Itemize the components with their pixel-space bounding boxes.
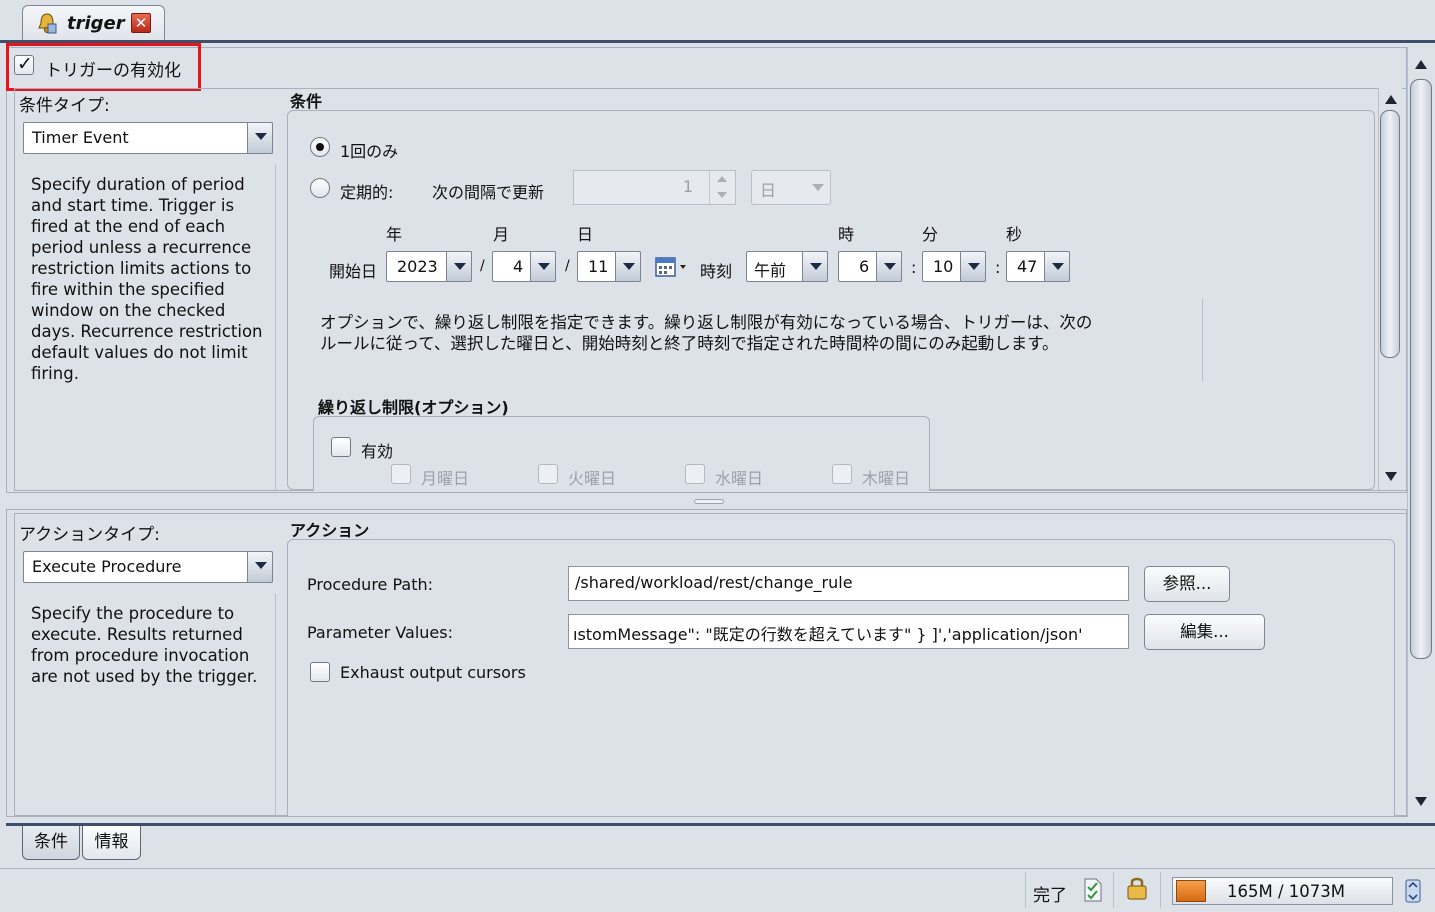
parameter-values-input[interactable]: ıstomMessage": "既定の行数を超えています" } ]','appl…: [568, 614, 1129, 649]
conditions-scrollbar[interactable]: [1378, 88, 1402, 490]
status-text: 完了: [1033, 886, 1067, 906]
date-separator: /: [565, 258, 570, 274]
monday-checkbox[interactable]: [391, 464, 411, 484]
recurrence-enable-label: 有効: [361, 442, 394, 461]
actions-title: アクション: [290, 521, 370, 540]
tab-title: triger: [67, 13, 125, 34]
divider: [1025, 872, 1026, 908]
periodic-label: 定期的:: [340, 183, 394, 202]
hour-header: 時: [838, 225, 855, 244]
interval-label: 次の間隔で更新: [432, 183, 545, 202]
chevron-down-icon[interactable]: [247, 551, 273, 583]
lock-icon: [1126, 875, 1148, 901]
scroll-down-icon[interactable]: [1381, 468, 1401, 486]
memory-fill: [1176, 880, 1206, 902]
spinner-arrows-icon[interactable]: [709, 171, 735, 204]
divider: [1202, 299, 1203, 381]
exhaust-cursors-label: Exhaust output cursors: [340, 663, 526, 682]
hour-select[interactable]: 6: [838, 251, 902, 282]
editor-tab-strip: triger ✕: [0, 0, 1435, 42]
scroll-thumb[interactable]: [1410, 79, 1432, 659]
conditions-title: 条件: [290, 92, 323, 111]
month-select[interactable]: 4: [492, 251, 556, 282]
once-radio[interactable]: [310, 137, 330, 157]
monday-label: 月曜日: [421, 469, 470, 488]
chevron-down-icon[interactable]: [876, 251, 902, 282]
chevron-down-icon[interactable]: [530, 251, 556, 282]
ampm-select[interactable]: 午前: [746, 251, 828, 282]
exhaust-cursors-checkbox[interactable]: [310, 662, 330, 682]
garbage-collect-icon[interactable]: [1405, 879, 1421, 903]
tab-underline: [0, 40, 1435, 43]
minute-select[interactable]: 10: [922, 251, 986, 282]
highlight-box: [6, 43, 201, 91]
edit-button[interactable]: 編集...: [1144, 614, 1265, 650]
date-separator: /: [480, 258, 485, 274]
interval-unit-select[interactable]: 日: [751, 170, 831, 205]
condition-description: Specify duration of period and start tim…: [31, 175, 263, 383]
recurrence-enable-checkbox[interactable]: [331, 437, 351, 457]
chevron-down-icon[interactable]: [1044, 251, 1070, 282]
divider: [275, 594, 276, 816]
chevron-down-icon: [812, 184, 824, 191]
tab-info[interactable]: 情報: [82, 826, 141, 860]
scroll-up-icon[interactable]: [1411, 55, 1431, 73]
chevron-down-icon[interactable]: [247, 122, 273, 154]
scroll-up-icon[interactable]: [1381, 90, 1401, 108]
minute-header: 分: [922, 225, 939, 244]
chevron-down-icon[interactable]: [960, 251, 986, 282]
time-separator: :: [995, 258, 1001, 277]
main-scrollbar[interactable]: [1407, 47, 1433, 817]
bell-icon: [37, 12, 57, 34]
year-header: 年: [386, 225, 403, 244]
tab-triger[interactable]: triger ✕: [22, 5, 165, 42]
action-type-label: アクションタイプ:: [19, 525, 160, 545]
divider: [1113, 872, 1114, 908]
interval-spinner[interactable]: 1: [573, 170, 736, 205]
tab-conditions[interactable]: 条件: [22, 826, 80, 860]
recurrence-title: 繰り返し制限(オプション): [318, 398, 509, 417]
close-icon[interactable]: ✕: [131, 13, 151, 33]
time-label: 時刻: [700, 262, 733, 281]
action-type-select[interactable]: Execute Procedure: [23, 551, 273, 583]
chevron-down-icon[interactable]: [446, 251, 472, 282]
condition-type-label: 条件タイプ:: [19, 96, 110, 116]
month-header: 月: [493, 225, 510, 244]
splitter-grip-icon[interactable]: [694, 499, 724, 504]
scroll-thumb[interactable]: [1380, 110, 1400, 358]
procedure-path-label: Procedure Path:: [307, 575, 434, 594]
once-label: 1回のみ: [340, 142, 399, 161]
bottom-tab-line: [6, 823, 1435, 826]
splitter[interactable]: [6, 492, 1407, 510]
tuesday-label: 火曜日: [568, 469, 617, 488]
year-select[interactable]: 2023: [386, 251, 472, 282]
scroll-down-icon[interactable]: [1411, 793, 1431, 811]
periodic-radio[interactable]: [310, 178, 330, 198]
second-select[interactable]: 47: [1006, 251, 1070, 282]
option-text-line-2: ルールに従って、選択した曜日と、開始時刻と終了時刻で指定された時間枠の間にのみ起…: [320, 334, 1059, 353]
start-date-label: 開始日: [329, 262, 378, 281]
thursday-label: 木曜日: [862, 469, 911, 488]
browse-button[interactable]: 参照...: [1144, 566, 1230, 602]
procedure-path-input[interactable]: /shared/workload/rest/change_rule: [568, 566, 1129, 601]
calendar-icon[interactable]: [654, 255, 688, 279]
tuesday-checkbox[interactable]: [538, 464, 558, 484]
document-check-icon: [1083, 878, 1103, 902]
memory-text: 165M / 1073M: [1227, 882, 1346, 901]
day-select[interactable]: 11: [577, 251, 641, 282]
wednesday-label: 水曜日: [715, 469, 764, 488]
thursday-checkbox[interactable]: [832, 464, 852, 484]
condition-type-select[interactable]: Timer Event: [23, 122, 273, 154]
chevron-down-icon[interactable]: [802, 251, 828, 282]
action-description: Specify the procedure to execute. Result…: [31, 604, 258, 686]
parameter-values-label: Parameter Values:: [307, 623, 453, 642]
day-header: 日: [577, 225, 594, 244]
chevron-down-icon[interactable]: [615, 251, 641, 282]
divider: [275, 165, 276, 490]
memory-indicator[interactable]: 165M / 1073M: [1172, 877, 1393, 905]
divider: [1160, 872, 1161, 908]
wednesday-checkbox[interactable]: [685, 464, 705, 484]
time-separator: :: [911, 258, 917, 277]
second-header: 秒: [1006, 225, 1023, 244]
